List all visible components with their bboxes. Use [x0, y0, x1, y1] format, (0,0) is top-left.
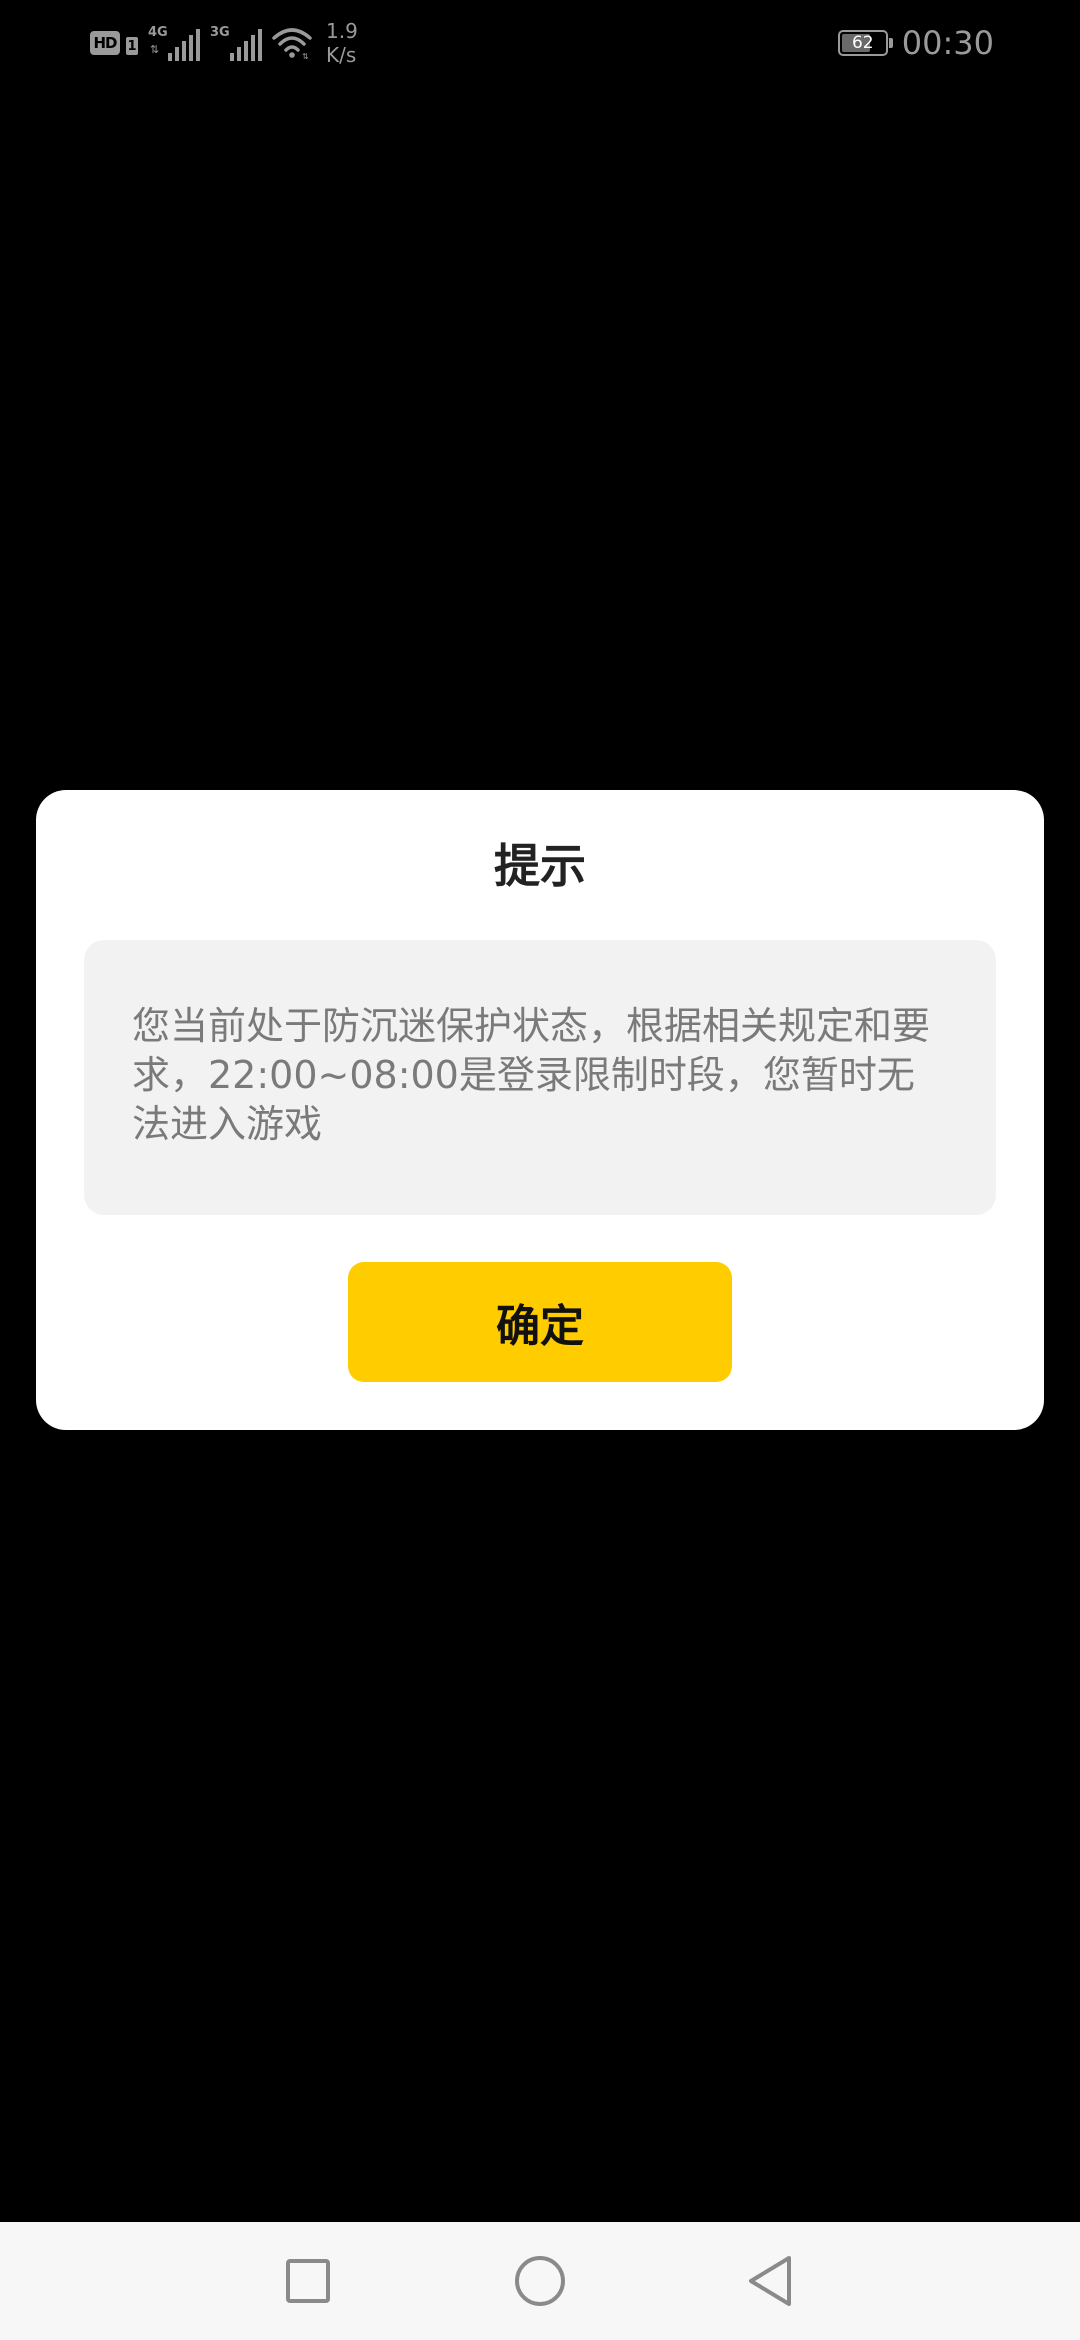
sim1-signal-bars — [168, 27, 200, 61]
navigation-bar — [0, 2222, 1080, 2340]
battery-level: 62 — [851, 33, 874, 53]
svg-text:⇅: ⇅ — [302, 52, 309, 60]
signal-icon: 4G ⇅ — [148, 25, 200, 61]
recent-apps-icon — [286, 2259, 330, 2303]
network-speed-unit: K/s — [326, 43, 357, 67]
dialog-message: 您当前处于防沉迷保护状态，根据相关规定和要求，22:00~08:00是登录限制时… — [132, 1004, 931, 1146]
screen: HD 1 4G ⇅ 3G ⇅ 1.9 K/s 62 00:30 提示 您当前处于… — [0, 0, 1080, 2340]
signal-icon: 3G — [210, 25, 262, 61]
anti-addiction-dialog: 提示 您当前处于防沉迷保护状态，根据相关规定和要求，22:00~08:00是登录… — [36, 790, 1044, 1430]
status-left-group: HD 1 4G ⇅ 3G ⇅ 1.9 K/s — [90, 18, 358, 68]
hd-icon: HD — [90, 31, 120, 55]
wifi-icon: ⇅ — [272, 28, 312, 60]
back-icon — [749, 2256, 791, 2306]
back-button[interactable] — [710, 2222, 830, 2340]
status-time: 00:30 — [901, 24, 994, 62]
message-box: 您当前处于防沉迷保护状态，根据相关规定和要求，22:00~08:00是登录限制时… — [84, 940, 996, 1215]
status-right-group: 62 00:30 — [837, 18, 994, 68]
status-bar: HD 1 4G ⇅ 3G ⇅ 1.9 K/s 62 00:30 — [0, 0, 1080, 84]
confirm-button[interactable]: 确定 — [348, 1262, 732, 1382]
network-speed: 1.9 K/s — [326, 19, 358, 67]
recent-apps-button[interactable] — [248, 2222, 368, 2340]
sim-number-badge: 1 — [126, 37, 138, 55]
dialog-title: 提示 — [494, 839, 586, 893]
network-speed-value: 1.9 — [326, 19, 358, 43]
home-button[interactable] — [480, 2222, 600, 2340]
home-icon — [515, 2256, 565, 2306]
sim2-network-label: 3G — [210, 25, 230, 40]
data-arrows-icon: ⇅ — [150, 43, 160, 56]
sim1-network-label: 4G — [148, 25, 168, 40]
sim2-signal-bars — [230, 27, 262, 61]
battery-icon: 62 — [837, 30, 893, 56]
